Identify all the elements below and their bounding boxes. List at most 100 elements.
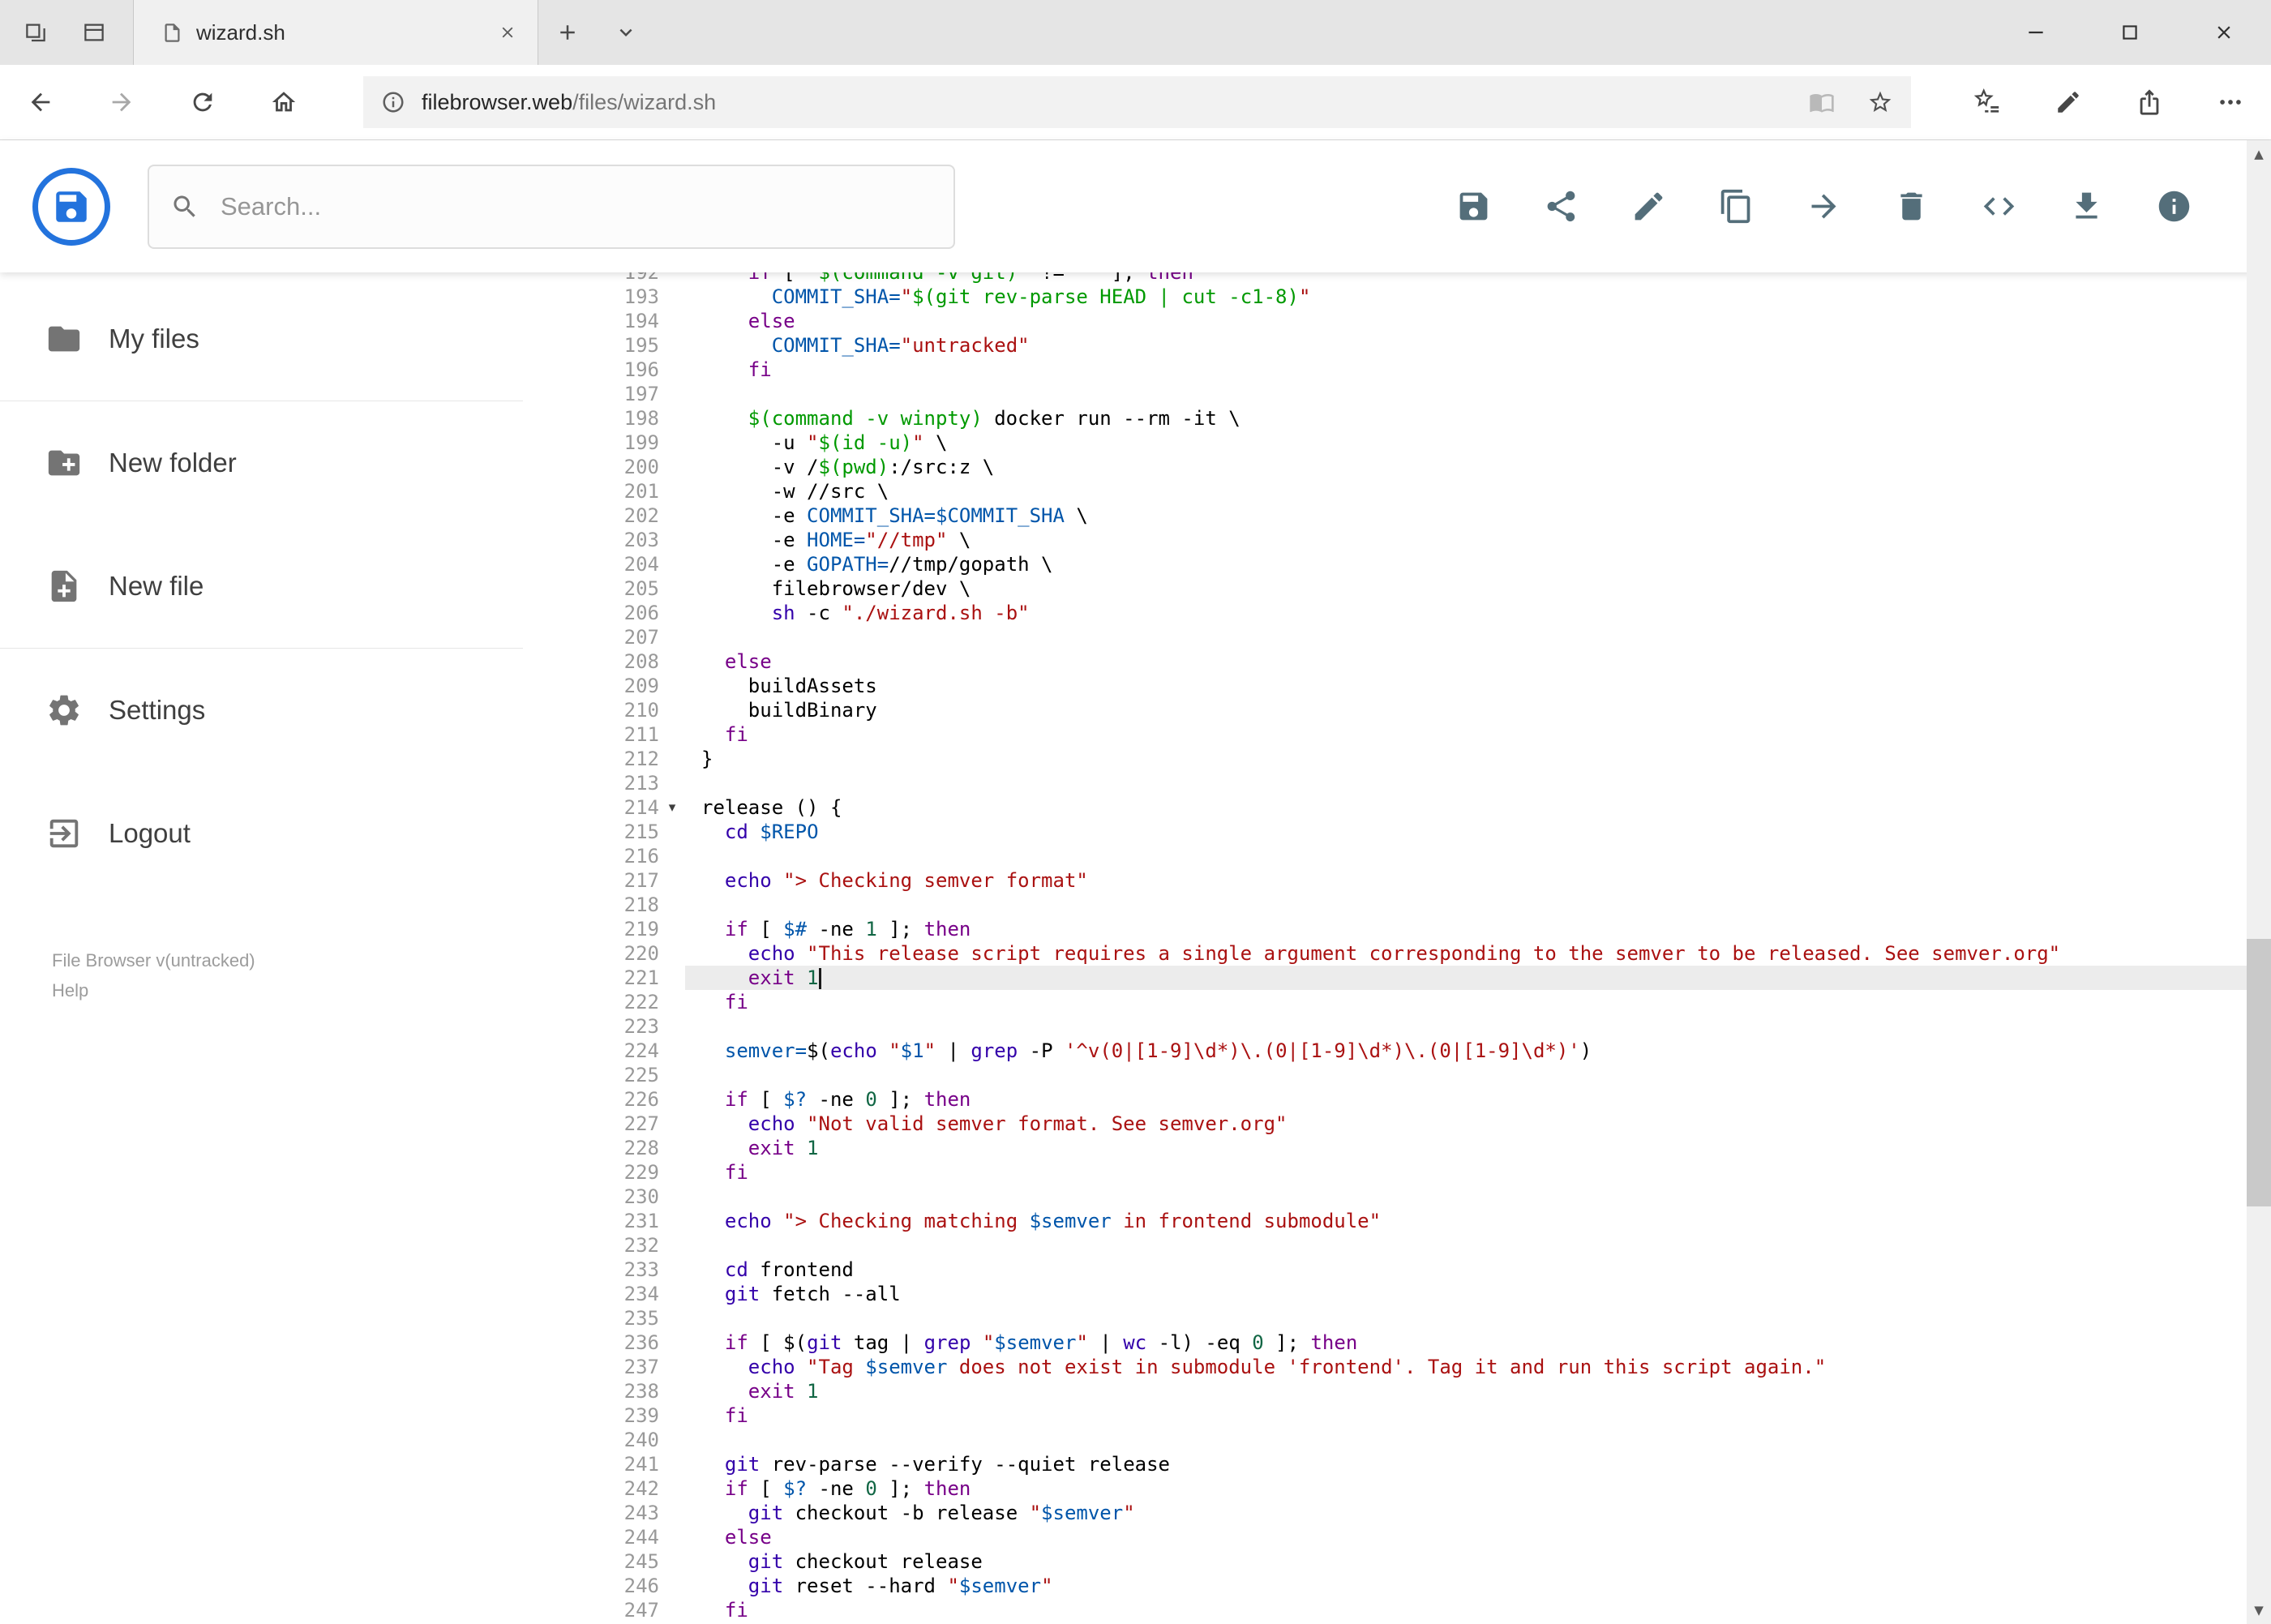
source-code-button[interactable] — [1955, 158, 2042, 255]
code-line[interactable]: 216 — [523, 844, 2271, 868]
line-number[interactable]: 204 — [523, 552, 659, 576]
code-text[interactable]: echo "Tag $semver does not exist in subm… — [685, 1355, 2271, 1379]
code-text[interactable]: exit 1 — [685, 966, 2271, 990]
line-number[interactable]: 237 — [523, 1355, 659, 1379]
favorite-star-icon[interactable] — [1867, 89, 1893, 115]
code-line[interactable]: 237 echo "Tag $semver does not exist in … — [523, 1355, 2271, 1379]
line-number[interactable]: 231 — [523, 1209, 659, 1233]
code-line[interactable]: 213 — [523, 771, 2271, 795]
code-line[interactable]: 222 fi — [523, 990, 2271, 1014]
code-line[interactable]: 217 echo "> Checking semver format" — [523, 868, 2271, 893]
code-line[interactable]: 208 else — [523, 649, 2271, 674]
line-number[interactable]: 241 — [523, 1452, 659, 1476]
code-text[interactable]: exit 1 — [685, 1136, 2271, 1160]
line-number[interactable]: 232 — [523, 1233, 659, 1258]
code-line[interactable]: 245 git checkout release — [523, 1549, 2271, 1574]
code-line[interactable]: 221 exit 1 — [523, 966, 2271, 990]
code-text[interactable]: if [ $? -ne 0 ]; then — [685, 1476, 2271, 1501]
code-text[interactable]: fi — [685, 1403, 2271, 1428]
code-line[interactable]: 206 sh -c "./wizard.sh -b" — [523, 601, 2271, 625]
code-text[interactable]: filebrowser/dev \ — [685, 576, 2271, 601]
line-number[interactable]: 226 — [523, 1087, 659, 1112]
code-text[interactable]: echo "Not valid semver format. See semve… — [685, 1112, 2271, 1136]
code-text[interactable]: exit 1 — [685, 1379, 2271, 1403]
copy-button[interactable] — [1692, 158, 1780, 255]
site-info-icon[interactable] — [381, 90, 405, 114]
line-number[interactable]: 245 — [523, 1549, 659, 1574]
line-number[interactable]: 195 — [523, 333, 659, 358]
code-text[interactable]: else — [685, 1525, 2271, 1549]
line-number[interactable]: 199 — [523, 431, 659, 455]
line-number[interactable]: 211 — [523, 722, 659, 747]
code-line[interactable]: 223 — [523, 1014, 2271, 1039]
line-number[interactable]: 222 — [523, 990, 659, 1014]
line-number[interactable]: 200 — [523, 455, 659, 479]
code-line[interactable]: 239 fi — [523, 1403, 2271, 1428]
code-line[interactable]: 203 -e HOME="//tmp" \ — [523, 528, 2271, 552]
code-line[interactable]: 193 COMMIT_SHA="$(git rev-parse HEAD | c… — [523, 285, 2271, 309]
code-text[interactable] — [685, 893, 2271, 917]
fold-arrow-icon[interactable]: ▾ — [659, 795, 685, 820]
line-number[interactable]: 214 — [523, 795, 659, 820]
refresh-button[interactable] — [162, 65, 243, 139]
code-line[interactable]: 200 -v /$(pwd):/src:z \ — [523, 455, 2271, 479]
code-line[interactable]: 220 echo "This release script requires a… — [523, 941, 2271, 966]
code-line[interactable]: 192 if [ "$(command -v git)" != "" ]; th… — [523, 272, 2271, 285]
line-number[interactable]: 235 — [523, 1306, 659, 1330]
line-number[interactable]: 205 — [523, 576, 659, 601]
window-close-button[interactable] — [2177, 0, 2271, 65]
code-text[interactable] — [685, 771, 2271, 795]
code-text[interactable]: } — [685, 747, 2271, 771]
code-line[interactable]: 234 git fetch --all — [523, 1282, 2271, 1306]
code-text[interactable] — [685, 1063, 2271, 1087]
code-line[interactable]: 241 git rev-parse --verify --quiet relea… — [523, 1452, 2271, 1476]
code-text[interactable] — [685, 844, 2271, 868]
share-button[interactable] — [1517, 158, 1605, 255]
code-line[interactable]: 225 — [523, 1063, 2271, 1087]
code-line[interactable]: 236 if [ $(git tag | grep "$semver" | wc… — [523, 1330, 2271, 1355]
line-number[interactable]: 209 — [523, 674, 659, 698]
code-line[interactable]: 199 -u "$(id -u)" \ — [523, 431, 2271, 455]
window-maximize-button[interactable] — [2083, 0, 2177, 65]
line-number[interactable]: 218 — [523, 893, 659, 917]
line-number[interactable]: 203 — [523, 528, 659, 552]
code-line[interactable]: 247 fi — [523, 1598, 2271, 1622]
code-line[interactable]: 226 if [ $? -ne 0 ]; then — [523, 1087, 2271, 1112]
sidebar-item-new-folder[interactable]: New folder — [0, 401, 523, 525]
code-text[interactable]: cd frontend — [685, 1258, 2271, 1282]
download-button[interactable] — [2042, 158, 2130, 255]
code-line[interactable]: 232 — [523, 1233, 2271, 1258]
code-text[interactable]: release () { — [685, 795, 2271, 820]
save-button[interactable] — [1429, 158, 1517, 255]
code-text[interactable]: fi — [685, 358, 2271, 382]
line-number[interactable]: 247 — [523, 1598, 659, 1622]
code-text[interactable]: if [ $? -ne 0 ]; then — [685, 1087, 2271, 1112]
code-line[interactable]: 238 exit 1 — [523, 1379, 2271, 1403]
code-line[interactable]: 224 semver=$(echo "$1" | grep -P '^v(0|[… — [523, 1039, 2271, 1063]
code-text[interactable]: git checkout -b release "$semver" — [685, 1501, 2271, 1525]
code-line[interactable]: 228 exit 1 — [523, 1136, 2271, 1160]
code-text[interactable]: buildBinary — [685, 698, 2271, 722]
code-text[interactable]: -v /$(pwd):/src:z \ — [685, 455, 2271, 479]
rename-button[interactable] — [1605, 158, 1692, 255]
line-number[interactable]: 206 — [523, 601, 659, 625]
code-text[interactable]: if [ $(git tag | grep "$semver" | wc -l)… — [685, 1330, 2271, 1355]
line-number[interactable]: 217 — [523, 868, 659, 893]
search-box[interactable] — [148, 164, 955, 249]
code-text[interactable] — [685, 625, 2271, 649]
code-text[interactable]: else — [685, 309, 2271, 333]
code-line[interactable]: 201 -w //src \ — [523, 479, 2271, 503]
line-number[interactable]: 220 — [523, 941, 659, 966]
code-line[interactable]: 207 — [523, 625, 2271, 649]
new-tab-button[interactable] — [538, 0, 597, 65]
code-line[interactable]: 212} — [523, 747, 2271, 771]
code-line[interactable]: 215 cd $REPO — [523, 820, 2271, 844]
code-text[interactable]: -e GOPATH=//tmp/gopath \ — [685, 552, 2271, 576]
code-text[interactable]: echo "> Checking matching $semver in fro… — [685, 1209, 2271, 1233]
code-text[interactable]: -e HOME="//tmp" \ — [685, 528, 2271, 552]
share-page-button[interactable] — [2109, 65, 2190, 139]
info-button[interactable] — [2130, 158, 2217, 255]
code-line[interactable]: 246 git reset --hard "$semver" — [523, 1574, 2271, 1598]
sidebar-item-logout[interactable]: Logout — [0, 772, 523, 895]
hub-favorites-button[interactable] — [1947, 65, 2028, 139]
